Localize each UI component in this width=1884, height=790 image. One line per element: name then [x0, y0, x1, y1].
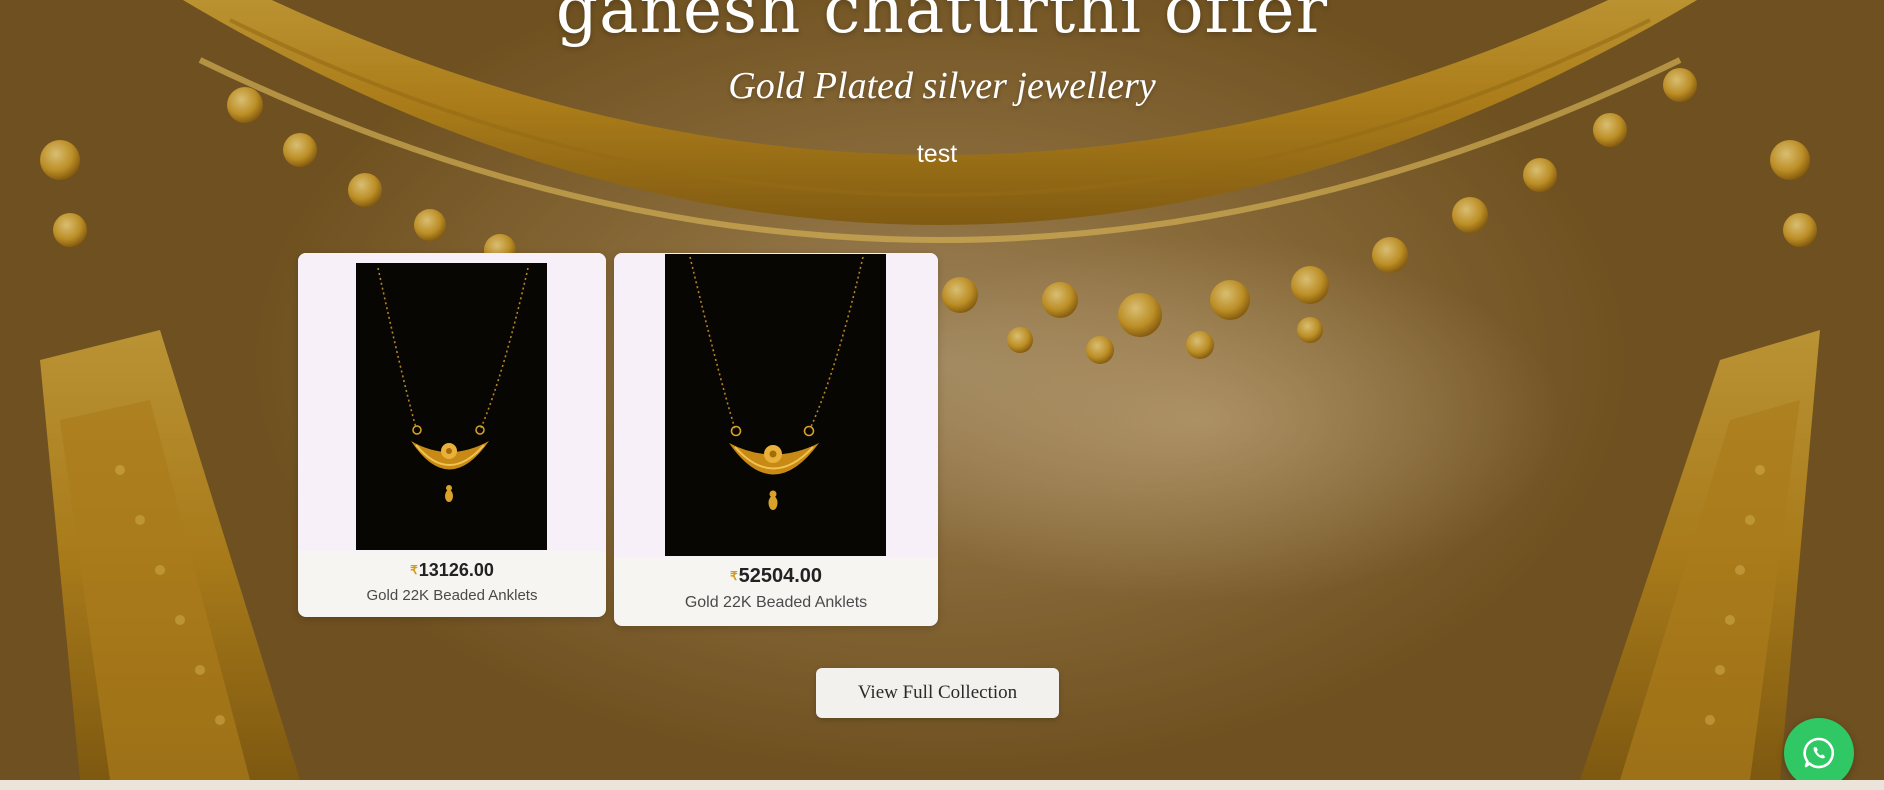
offer-subtitle: Gold Plated silver jewellery [728, 65, 1156, 107]
hero-overlay [0, 0, 1884, 780]
product-image[interactable] [665, 254, 886, 556]
offer-tagline: test [916, 140, 958, 168]
necklace-pendant-icon [665, 254, 886, 556]
rupee-icon: ₹ [410, 563, 418, 577]
product-card[interactable]: ₹13126.00 Gold 22K Beaded Anklets [298, 253, 606, 617]
whatsapp-chat-button[interactable] [1784, 718, 1854, 788]
product-card[interactable]: ₹52504.00 Gold 22K Beaded Anklets [614, 253, 938, 626]
product-image-area [614, 253, 938, 557]
product-name[interactable]: Gold 22K Beaded Anklets [298, 587, 606, 604]
offer-title: ganesh chaturthi offer [555, 0, 1329, 48]
price-value: 13126.00 [418, 560, 494, 580]
view-full-collection-button[interactable]: View Full Collection [816, 668, 1059, 718]
necklace-pendant-icon [356, 263, 547, 550]
product-image[interactable] [356, 263, 547, 550]
whatsapp-icon [1803, 737, 1835, 769]
product-name[interactable]: Gold 22K Beaded Anklets [614, 594, 938, 612]
product-price: ₹52504.00 [614, 565, 938, 588]
page-bottom-strip [0, 780, 1884, 790]
price-value: 52504.00 [738, 565, 823, 587]
hero-banner: ganesh chaturthi offer Gold Plated silve… [0, 0, 1884, 780]
product-image-area [298, 253, 606, 551]
rupee-icon: ₹ [729, 569, 738, 583]
product-price: ₹13126.00 [298, 560, 606, 581]
